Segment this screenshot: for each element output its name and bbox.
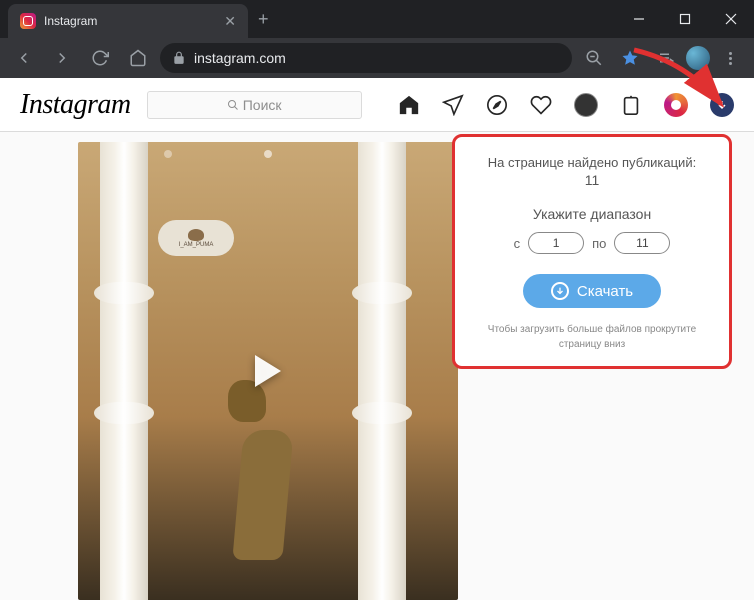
downloader-popup: На странице найдено публикаций: 11 Укажи… — [452, 134, 732, 369]
browser-toolbar: instagram.com — [0, 38, 754, 78]
profile-story-icon[interactable] — [574, 93, 598, 117]
window-maximize-button[interactable] — [662, 0, 708, 38]
video-post[interactable]: I_AM_PUMA — [78, 142, 458, 600]
browser-tab[interactable]: Instagram ✕ — [8, 4, 248, 38]
account-watermark: I_AM_PUMA — [158, 220, 234, 256]
address-bar[interactable]: instagram.com — [160, 43, 572, 73]
page-content: I_AM_PUMA На странице найдено публикаций… — [0, 132, 754, 600]
igtv-icon[interactable] — [620, 94, 642, 116]
bookmark-star-icon[interactable] — [614, 42, 646, 74]
activity-heart-icon[interactable] — [530, 94, 552, 116]
browser-titlebar: Instagram ✕ + — [0, 0, 754, 38]
url-text: instagram.com — [194, 50, 286, 66]
extension-instagram-icon[interactable] — [664, 93, 688, 117]
media-button[interactable] — [650, 42, 682, 74]
search-icon — [227, 99, 239, 111]
search-placeholder: Поиск — [243, 97, 282, 113]
decorative-pillar — [100, 142, 148, 600]
window-close-button[interactable] — [708, 0, 754, 38]
tab-title: Instagram — [44, 14, 216, 28]
back-button[interactable] — [8, 42, 40, 74]
found-label: На странице найдено публикаций: — [469, 155, 715, 170]
from-label: с — [514, 236, 521, 251]
popup-hint: Чтобы загрузить больше файлов прокрутите… — [469, 322, 715, 352]
play-icon[interactable] — [255, 355, 281, 387]
download-label: Скачать — [577, 283, 633, 300]
range-from-input[interactable] — [528, 232, 584, 254]
close-tab-icon[interactable]: ✕ — [224, 13, 236, 30]
video-subject — [228, 380, 318, 560]
lock-icon — [172, 51, 186, 65]
download-icon — [551, 282, 569, 300]
zoom-button[interactable] — [578, 42, 610, 74]
forward-button[interactable] — [46, 42, 78, 74]
home-icon[interactable] — [398, 94, 420, 116]
to-label: по — [592, 236, 606, 251]
browser-menu-button[interactable] — [714, 42, 746, 74]
range-to-input[interactable] — [614, 232, 670, 254]
profile-avatar[interactable] — [686, 46, 710, 70]
explore-icon[interactable] — [486, 94, 508, 116]
new-tab-button[interactable]: + — [258, 9, 269, 30]
range-label: Укажите диапазон — [469, 206, 715, 222]
decorative-pillar — [358, 142, 406, 600]
home-button[interactable] — [122, 42, 154, 74]
download-button[interactable]: Скачать — [523, 274, 661, 308]
search-input[interactable]: Поиск — [147, 91, 362, 119]
instagram-header: Instagram Поиск — [0, 78, 754, 132]
instagram-logo[interactable]: Instagram — [20, 89, 131, 121]
instagram-favicon — [20, 13, 36, 29]
window-minimize-button[interactable] — [616, 0, 662, 38]
messages-icon[interactable] — [442, 94, 464, 116]
found-count: 11 — [469, 172, 715, 188]
extension-downloader-icon[interactable] — [710, 93, 734, 117]
reload-button[interactable] — [84, 42, 116, 74]
